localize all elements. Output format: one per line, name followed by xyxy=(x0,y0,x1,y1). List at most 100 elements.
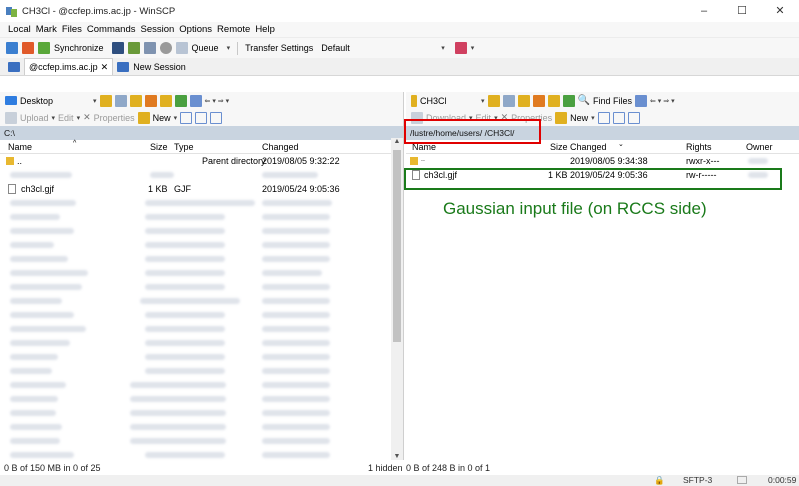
select-all-icon[interactable] xyxy=(597,111,610,124)
tree-icon[interactable] xyxy=(189,94,202,107)
keep-remote-up-to-date-icon[interactable] xyxy=(127,42,140,54)
terminal-icon[interactable] xyxy=(111,42,124,54)
table-row-blurred[interactable] xyxy=(0,308,403,322)
table-row-blurred[interactable] xyxy=(0,434,403,448)
column-changed[interactable]: Changed xyxy=(570,142,607,152)
table-row-blurred[interactable] xyxy=(0,238,403,252)
sync-browsing-icon[interactable] xyxy=(22,42,34,54)
home-icon[interactable] xyxy=(547,94,560,107)
local-scrollbar[interactable]: ▲ ▼ xyxy=(391,138,403,460)
close-icon[interactable]: ✕ xyxy=(101,62,109,73)
edit-dropdown-icon[interactable]: ▾ xyxy=(77,114,81,122)
table-row-blurred[interactable] xyxy=(0,378,403,392)
column-changed[interactable]: Changed xyxy=(262,142,299,152)
scroll-up-icon[interactable]: ▲ xyxy=(391,138,403,145)
column-owner[interactable]: Owner xyxy=(746,142,773,152)
queue-button[interactable]: Queue xyxy=(192,43,219,53)
find-files-button[interactable]: Find Files xyxy=(593,96,632,106)
menu-session[interactable]: Session xyxy=(140,24,174,35)
table-row[interactable]: ch3cl.gjf 1 KB GJF 2019/05/24 9:05:36 xyxy=(0,182,403,196)
remote-location-select[interactable]: CH3Cl xyxy=(420,96,478,106)
new-button[interactable]: New xyxy=(570,113,588,123)
root-directory-icon[interactable] xyxy=(144,94,157,107)
upload-button[interactable]: Upload xyxy=(20,113,49,123)
local-location-select[interactable]: Desktop xyxy=(20,96,90,106)
table-row-blurred[interactable] xyxy=(0,266,403,280)
location-dropdown-icon[interactable]: ▾ xyxy=(481,97,485,105)
refresh-icon[interactable] xyxy=(562,94,575,107)
table-row-blurred[interactable] xyxy=(0,392,403,406)
table-row-blurred[interactable] xyxy=(0,350,403,364)
open-folder-icon[interactable] xyxy=(487,94,500,107)
new-dropdown-icon[interactable]: ▾ xyxy=(174,114,178,122)
parent-directory-icon[interactable] xyxy=(517,94,530,107)
putty-icon[interactable] xyxy=(143,42,156,54)
menu-commands[interactable]: Commands xyxy=(87,24,136,35)
menu-remote[interactable]: Remote xyxy=(217,24,250,35)
root-directory-icon[interactable] xyxy=(532,94,545,107)
table-row-blurred[interactable] xyxy=(0,168,403,182)
gear-icon[interactable] xyxy=(159,42,172,54)
new-button[interactable]: New xyxy=(153,113,171,123)
select-all-icon[interactable] xyxy=(180,111,193,124)
minimize-button[interactable]: – xyxy=(685,0,723,22)
column-name[interactable]: Name xyxy=(8,142,32,152)
table-row-blurred[interactable] xyxy=(0,224,403,238)
unselect-all-icon[interactable] xyxy=(195,111,208,124)
column-type[interactable]: Type xyxy=(174,142,194,152)
table-row-blurred[interactable] xyxy=(0,336,403,350)
edit-button[interactable]: Edit xyxy=(58,113,74,123)
home-icon[interactable] xyxy=(159,94,172,107)
new-session-button[interactable]: New Session xyxy=(133,62,186,72)
menu-options[interactable]: Options xyxy=(179,24,212,35)
back-arrow-icon[interactable]: ⇐ ▾ ⇒ ▾ xyxy=(650,97,675,105)
maximize-button[interactable]: ☐ xyxy=(723,0,761,22)
parent-directory-icon[interactable] xyxy=(129,94,142,107)
filter-icon[interactable] xyxy=(502,94,515,107)
table-row-blurred[interactable] xyxy=(0,196,403,210)
transfer-settings-select[interactable]: Default xyxy=(321,43,433,53)
tree-icon[interactable] xyxy=(634,94,647,107)
table-row-blurred[interactable] xyxy=(0,252,403,266)
table-row-blurred[interactable] xyxy=(0,280,403,294)
filter-icon[interactable] xyxy=(114,94,127,107)
compare-directories-icon[interactable] xyxy=(6,42,18,54)
filter-select-icon[interactable] xyxy=(627,111,640,124)
column-size[interactable]: Size xyxy=(150,142,168,152)
table-row-blurred[interactable] xyxy=(0,364,403,378)
transfer-preset-icon[interactable] xyxy=(454,42,467,54)
scroll-down-icon[interactable]: ▼ xyxy=(391,453,403,460)
upload-dropdown-icon[interactable]: ▾ xyxy=(52,114,56,122)
table-row-blurred[interactable] xyxy=(0,294,403,308)
open-folder-icon[interactable] xyxy=(99,94,112,107)
menu-help[interactable]: Help xyxy=(255,24,275,35)
table-row-blurred[interactable] xyxy=(0,322,403,336)
preset-dropdown-icon[interactable]: ▾ xyxy=(471,44,475,52)
unselect-all-icon[interactable] xyxy=(612,111,625,124)
local-path-bar[interactable]: C:\ xyxy=(0,126,403,140)
menu-files[interactable]: Files xyxy=(62,24,82,35)
filter-select-icon[interactable] xyxy=(210,111,223,124)
column-size[interactable]: Size xyxy=(550,142,568,152)
table-row[interactable]: .. 2019/08/05 9:34:38 rwxr-x--- xyxy=(406,154,799,168)
table-row-blurred[interactable] xyxy=(0,406,403,420)
location-dropdown-icon[interactable]: ▾ xyxy=(93,97,97,105)
transfer-dropdown-icon[interactable]: ▾ xyxy=(441,44,445,52)
table-row-blurred[interactable] xyxy=(0,448,403,462)
tab-session-current[interactable]: @ccfep.ims.ac.jp ✕ xyxy=(24,58,114,75)
close-window-button[interactable]: ✕ xyxy=(761,0,799,22)
queue-dropdown-icon[interactable]: ▾ xyxy=(227,44,231,52)
new-dropdown-icon[interactable]: ▾ xyxy=(591,114,595,122)
refresh-icon[interactable] xyxy=(174,94,187,107)
table-row-blurred[interactable] xyxy=(0,420,403,434)
scroll-thumb[interactable] xyxy=(393,150,401,342)
menu-mark[interactable]: Mark xyxy=(36,24,57,35)
back-arrow-icon[interactable]: ⇐ ▾ ⇒ ▾ xyxy=(205,97,230,105)
delete-icon[interactable]: ✕ xyxy=(83,112,91,123)
synchronize-button[interactable]: Synchronize xyxy=(54,43,104,53)
table-row-blurred[interactable] xyxy=(0,210,403,224)
properties-button[interactable]: Properties xyxy=(94,113,135,123)
table-row[interactable]: .. Parent directory 2019/08/05 9:32:22 xyxy=(0,154,403,168)
menu-local[interactable]: Local xyxy=(8,24,31,35)
column-rights[interactable]: Rights xyxy=(686,142,712,152)
